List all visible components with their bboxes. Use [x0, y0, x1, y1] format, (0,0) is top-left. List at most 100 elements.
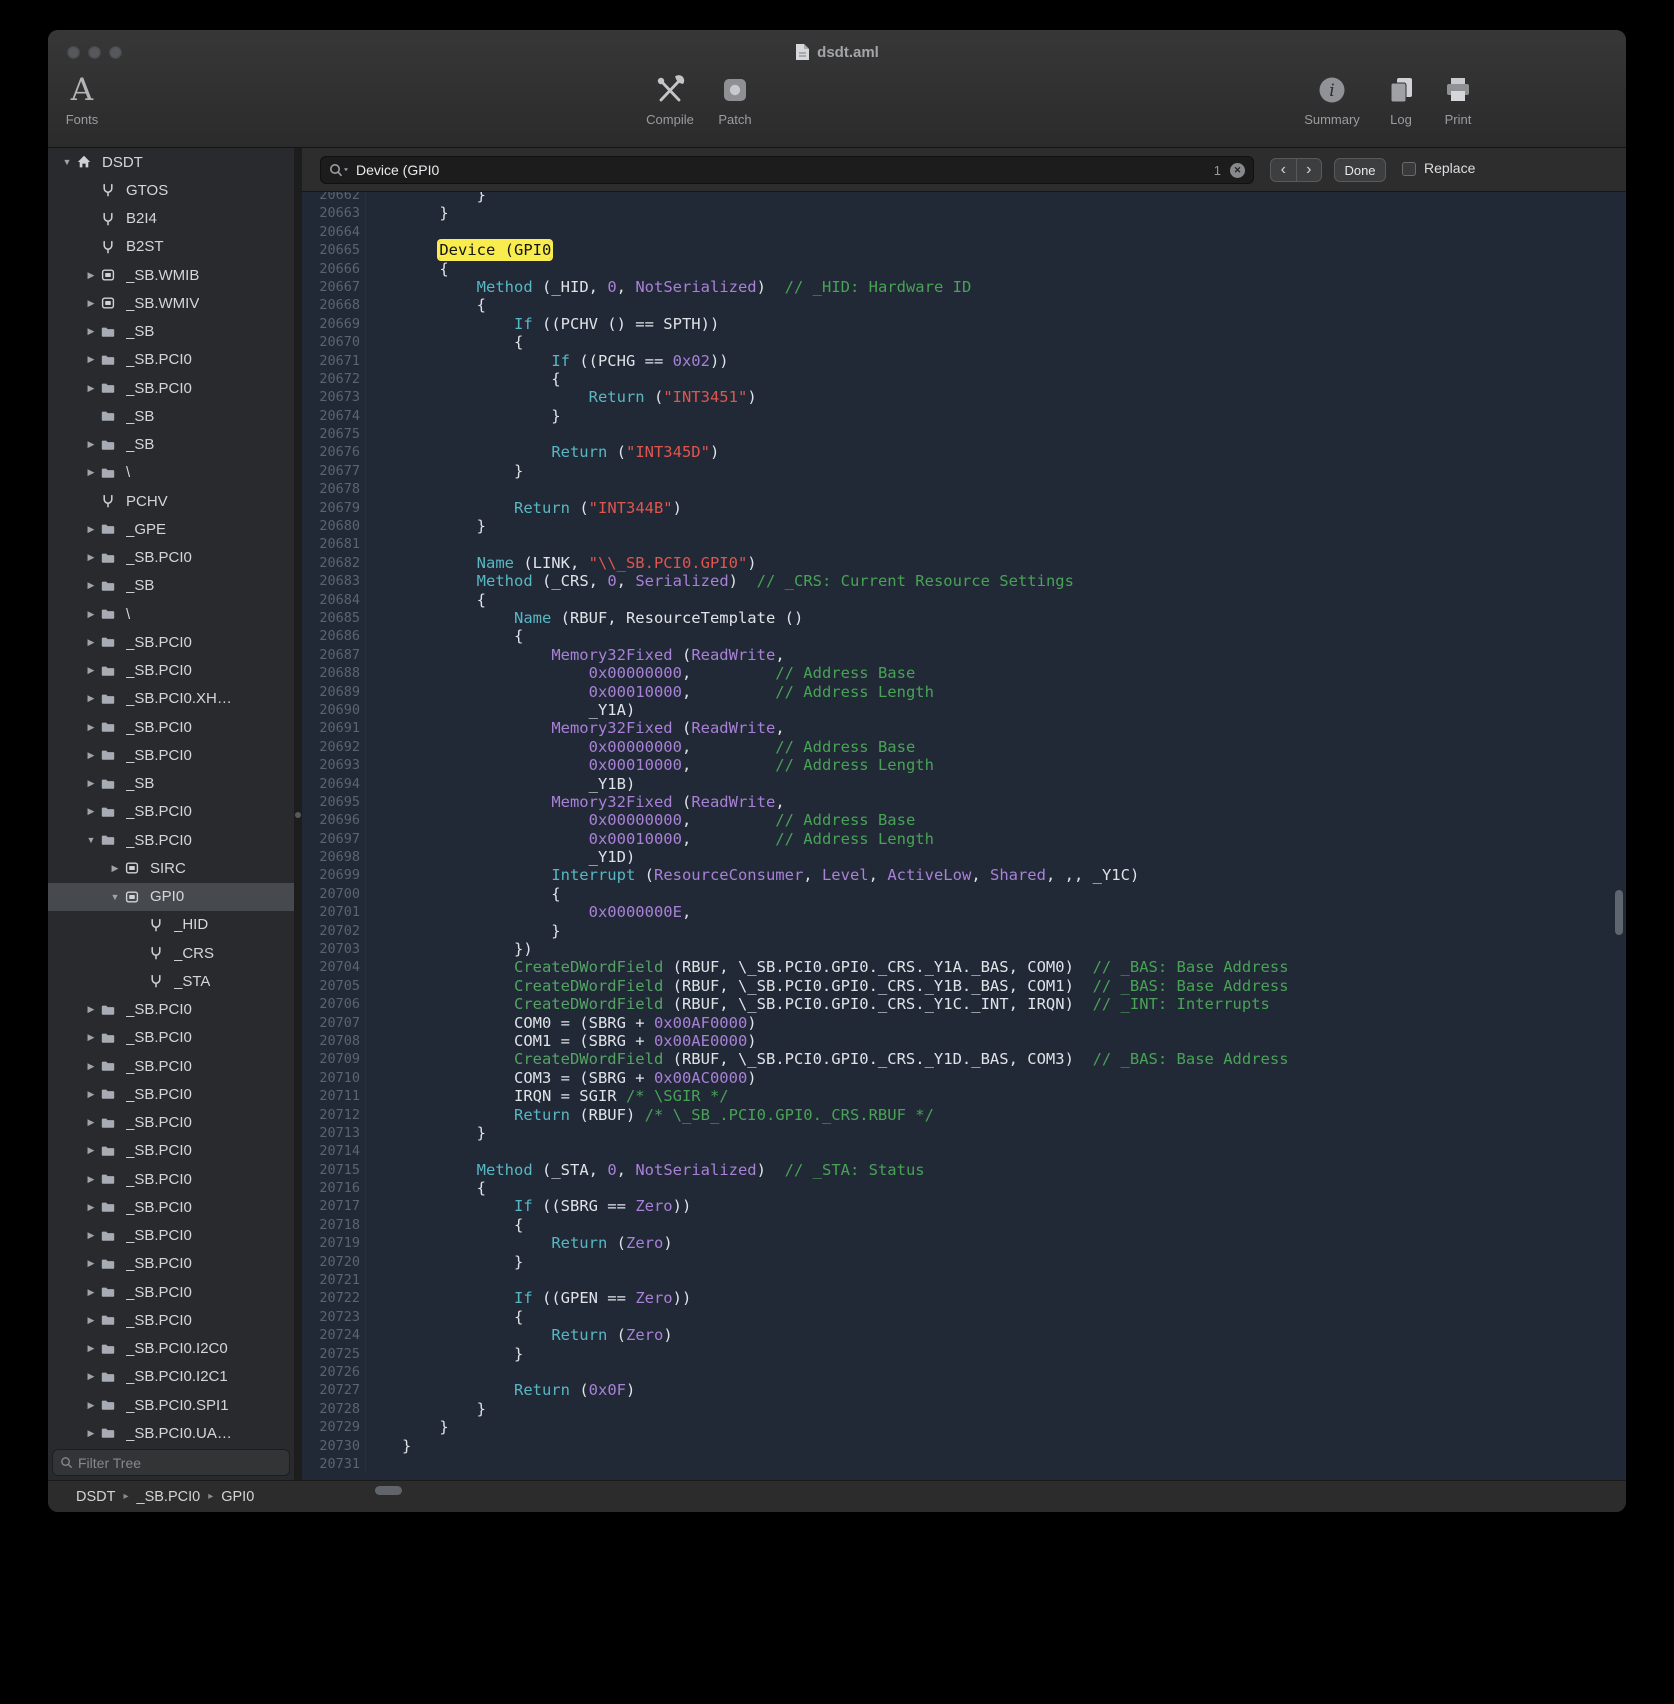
- tree-item--sb[interactable]: ▶_SB: [48, 431, 294, 459]
- tree-item--sb-pci0[interactable]: ▶_SB.PCI0: [48, 1080, 294, 1108]
- disclosure-closed-icon[interactable]: ▶: [82, 1287, 100, 1298]
- tree-item--sb-pci0[interactable]: ▶_SB.PCI0: [48, 346, 294, 374]
- tree-item--sb-pci0[interactable]: ▶_SB.PCI0: [48, 544, 294, 572]
- tree-item--sb-pci0[interactable]: ▶_SB.PCI0: [48, 628, 294, 656]
- disclosure-closed-icon[interactable]: ▶: [82, 1400, 100, 1411]
- disclosure-closed-icon[interactable]: ▶: [82, 383, 100, 394]
- filter-field[interactable]: [52, 1449, 290, 1476]
- disclosure-closed-icon[interactable]: ▶: [82, 552, 100, 563]
- tree-item--sb-pci0[interactable]: ▶_SB.PCI0: [48, 1165, 294, 1193]
- tree-item--sb-pci0[interactable]: ▼_SB.PCI0: [48, 826, 294, 854]
- breadcrumb-item-dsdt[interactable]: DSDT: [76, 1489, 115, 1505]
- tree-item--sb[interactable]: ▶_SB: [48, 572, 294, 600]
- disclosure-closed-icon[interactable]: ▶: [82, 1145, 100, 1156]
- disclosure-closed-icon[interactable]: ▶: [82, 1089, 100, 1100]
- tree-item--sb-pci0[interactable]: ▶_SB.PCI0: [48, 996, 294, 1024]
- disclosure-closed-icon[interactable]: ▶: [82, 1230, 100, 1241]
- disclosure-closed-icon[interactable]: ▶: [82, 270, 100, 281]
- tree-item--sb-pci0-spi1[interactable]: ▶_SB.PCI0.SPI1: [48, 1391, 294, 1419]
- disclosure-closed-icon[interactable]: ▶: [82, 1117, 100, 1128]
- disclosure-closed-icon[interactable]: ▶: [82, 1428, 100, 1439]
- disclosure-closed-icon[interactable]: ▶: [82, 778, 100, 789]
- disclosure-closed-icon[interactable]: ▶: [82, 1258, 100, 1269]
- horizontal-scrollbar-thumb[interactable]: [375, 1486, 402, 1495]
- tree-item--sb-pci0-i2c0[interactable]: ▶_SB.PCI0.I2C0: [48, 1335, 294, 1363]
- tree-item--sb-pci0[interactable]: ▶_SB.PCI0: [48, 657, 294, 685]
- print-button[interactable]: Print: [1416, 72, 1500, 127]
- tree-item--gpe[interactable]: ▶_GPE: [48, 515, 294, 543]
- tree-item--sb-pci0[interactable]: ▶_SB.PCI0: [48, 1109, 294, 1137]
- tree-item--hid[interactable]: _HID: [48, 911, 294, 939]
- disclosure-closed-icon[interactable]: ▶: [82, 1371, 100, 1382]
- tree-item--sb-pci0[interactable]: ▶_SB.PCI0: [48, 1052, 294, 1080]
- disclosure-closed-icon[interactable]: ▶: [82, 354, 100, 365]
- tree-item--sb-pci0[interactable]: ▶_SB.PCI0: [48, 1193, 294, 1221]
- disclosure-closed-icon[interactable]: ▶: [82, 326, 100, 337]
- disclosure-closed-icon[interactable]: ▶: [82, 1174, 100, 1185]
- tree-item--sb-wmib[interactable]: ▶_SB.WMIB: [48, 261, 294, 289]
- breadcrumb-item-gpi0[interactable]: GPI0: [221, 1489, 254, 1505]
- tree-item--sb-pci0[interactable]: ▶_SB.PCI0: [48, 1222, 294, 1250]
- filter-tree-input[interactable]: [78, 1455, 282, 1471]
- tree-item-b2st[interactable]: B2ST: [48, 233, 294, 261]
- pane-splitter[interactable]: [294, 148, 302, 1480]
- disclosure-closed-icon[interactable]: ▶: [82, 609, 100, 620]
- tree-item--sb[interactable]: ▶_SB: [48, 770, 294, 798]
- tree-item--sb-pci0[interactable]: ▶_SB.PCI0: [48, 1137, 294, 1165]
- disclosure-closed-icon[interactable]: ▶: [82, 806, 100, 817]
- replace-checkbox[interactable]: [1402, 162, 1416, 176]
- tree-item--[interactable]: ▶\: [48, 600, 294, 628]
- disclosure-closed-icon[interactable]: ▶: [82, 524, 100, 535]
- disclosure-closed-icon[interactable]: ▶: [82, 467, 100, 478]
- find-input[interactable]: [356, 162, 1214, 178]
- disclosure-closed-icon[interactable]: ▶: [82, 665, 100, 676]
- tree-item-pchv[interactable]: PCHV: [48, 487, 294, 515]
- tree-item--sb-pci0[interactable]: ▶_SB.PCI0: [48, 374, 294, 402]
- tree-item--sb[interactable]: _SB: [48, 402, 294, 430]
- tree-item--sb-pci0[interactable]: ▶_SB.PCI0: [48, 1278, 294, 1306]
- disclosure-open-icon[interactable]: ▼: [58, 157, 76, 167]
- vertical-scrollbar-thumb[interactable]: [1615, 890, 1623, 935]
- disclosure-closed-icon[interactable]: ▶: [106, 863, 124, 874]
- disclosure-closed-icon[interactable]: ▶: [82, 1061, 100, 1072]
- clear-search-icon[interactable]: ✕: [1230, 163, 1245, 178]
- tree-item--sb-pci0-xh-[interactable]: ▶_SB.PCI0.XH…: [48, 685, 294, 713]
- disclosure-closed-icon[interactable]: ▶: [82, 1202, 100, 1213]
- tree-item--sb-pci0[interactable]: ▶_SB.PCI0: [48, 1024, 294, 1052]
- fonts-button[interactable]: A Fonts: [48, 72, 124, 127]
- find-field[interactable]: 1 ✕: [320, 156, 1254, 184]
- code-editor[interactable]: 20662 }20663 }2066420665 Device (GPI0206…: [302, 192, 1626, 1480]
- disclosure-open-icon[interactable]: ▼: [106, 892, 124, 902]
- tree-item--sb-pci0[interactable]: ▶_SB.PCI0: [48, 798, 294, 826]
- tree-item-sirc[interactable]: ▶SIRC: [48, 854, 294, 882]
- tree-item--[interactable]: ▶\: [48, 459, 294, 487]
- tree-item-b2i4[interactable]: B2I4: [48, 205, 294, 233]
- tree-item--sb-pci0[interactable]: ▶_SB.PCI0: [48, 741, 294, 769]
- disclosure-closed-icon[interactable]: ▶: [82, 1032, 100, 1043]
- disclosure-closed-icon[interactable]: ▶: [82, 1343, 100, 1354]
- disclosure-closed-icon[interactable]: ▶: [82, 1004, 100, 1015]
- disclosure-closed-icon[interactable]: ▶: [82, 750, 100, 761]
- disclosure-closed-icon[interactable]: ▶: [82, 580, 100, 591]
- tree-item--sb-pci0[interactable]: ▶_SB.PCI0: [48, 1250, 294, 1278]
- tree-item--sta[interactable]: _STA: [48, 967, 294, 995]
- next-match-button[interactable]: ›: [1297, 159, 1322, 181]
- tree-item--sb-pci0-i2c1[interactable]: ▶_SB.PCI0.I2C1: [48, 1363, 294, 1391]
- disclosure-closed-icon[interactable]: ▶: [82, 298, 100, 309]
- tree-item--sb-wmiv[interactable]: ▶_SB.WMIV: [48, 289, 294, 317]
- disclosure-open-icon[interactable]: ▼: [82, 835, 100, 845]
- tree-item--crs[interactable]: _CRS: [48, 939, 294, 967]
- previous-match-button[interactable]: ‹: [1271, 159, 1297, 181]
- breadcrumb-item--sb-pci0[interactable]: _SB.PCI0: [137, 1489, 201, 1505]
- disclosure-closed-icon[interactable]: ▶: [82, 637, 100, 648]
- tree-item-gtos[interactable]: GTOS: [48, 176, 294, 204]
- tree-item-dsdt[interactable]: ▼DSDT: [48, 148, 294, 176]
- tree-item-gpi0[interactable]: ▼GPI0: [48, 883, 294, 911]
- disclosure-closed-icon[interactable]: ▶: [82, 1315, 100, 1326]
- done-button[interactable]: Done: [1334, 158, 1386, 182]
- tree-item--sb-pci0[interactable]: ▶_SB.PCI0: [48, 1306, 294, 1334]
- patch-button[interactable]: Patch: [693, 72, 777, 127]
- tree-item--sb-pci0-ua-[interactable]: ▶_SB.PCI0.UA…: [48, 1419, 294, 1447]
- tree-item--sb[interactable]: ▶_SB: [48, 318, 294, 346]
- disclosure-closed-icon[interactable]: ▶: [82, 693, 100, 704]
